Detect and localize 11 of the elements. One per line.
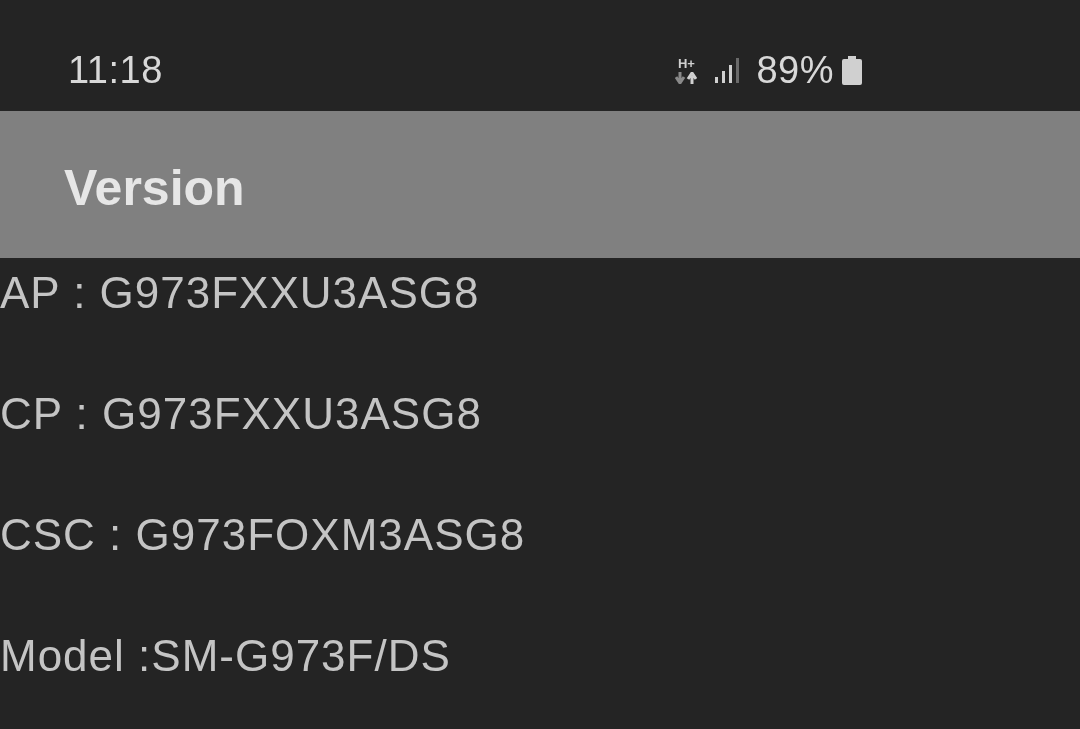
network-type-label: H+ [677, 56, 695, 70]
data-arrows-icon [675, 71, 698, 84]
version-info-text: CSC : G973FOXM3ASG8 [0, 509, 526, 561]
version-info-text: Model :SM-G973F/DS [0, 630, 451, 682]
battery-percent: 89% [756, 48, 834, 92]
page-title: Version [64, 158, 245, 217]
version-info-text: AP : G973FXXU3ASG8 [0, 267, 480, 319]
clock-time: 11:18 [68, 48, 163, 92]
battery-icon [842, 55, 862, 85]
signal-bars-icon [715, 57, 742, 83]
version-info-text: CP : G973FXXU3ASG8 [0, 388, 482, 440]
